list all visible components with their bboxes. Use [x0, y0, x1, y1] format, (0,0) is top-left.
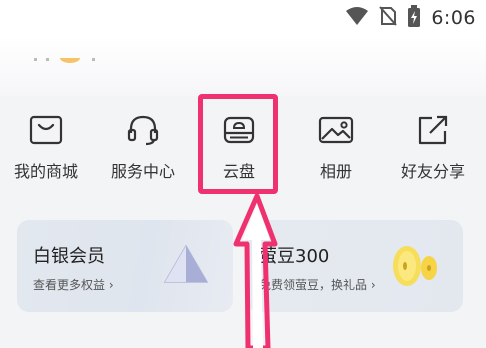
- status-time: 6:06: [431, 7, 476, 29]
- menu-item-label: 相册: [319, 162, 352, 181]
- share-icon: [413, 110, 453, 150]
- no-sim-icon: [379, 6, 398, 30]
- silver-member-card[interactable]: 白银会员 查看更多权益 ›: [17, 220, 233, 312]
- gold-bean-icon: [393, 246, 437, 286]
- card-subtitle-link[interactable]: 查看更多权益 ›: [33, 276, 114, 293]
- menu-item-label: 服务中心: [110, 162, 175, 181]
- status-icons: 6:06: [345, 5, 476, 31]
- menu-item-store[interactable]: 我的商城: [0, 100, 93, 200]
- menu-item-friend-share[interactable]: 好友分享: [386, 100, 480, 200]
- menu-item-service-center[interactable]: 服务中心: [96, 100, 190, 200]
- cropped-header-residue: [34, 58, 95, 63]
- wifi-icon: [345, 6, 369, 30]
- silver-triangle-icon: [163, 244, 209, 283]
- photo-album-icon: [316, 110, 356, 150]
- status-bar: 6:06: [0, 0, 486, 36]
- card-title: 萤豆300: [259, 246, 330, 267]
- card-subtitle-link[interactable]: 免费领萤豆，换礼品 ›: [259, 276, 376, 293]
- menu-item-album[interactable]: 相册: [289, 100, 383, 200]
- card-title: 白银会员: [33, 246, 105, 267]
- battery-charging-icon: [407, 5, 421, 31]
- annotation-highlight-box: [198, 94, 278, 194]
- header-strip: [0, 36, 486, 96]
- store-bag-icon: [26, 110, 66, 150]
- menu-item-label: 好友分享: [400, 162, 465, 181]
- bean-card[interactable]: 萤豆300 免费领萤豆，换礼品 ›: [247, 220, 463, 312]
- headset-icon: [123, 110, 163, 150]
- menu-item-label: 我的商城: [13, 162, 78, 181]
